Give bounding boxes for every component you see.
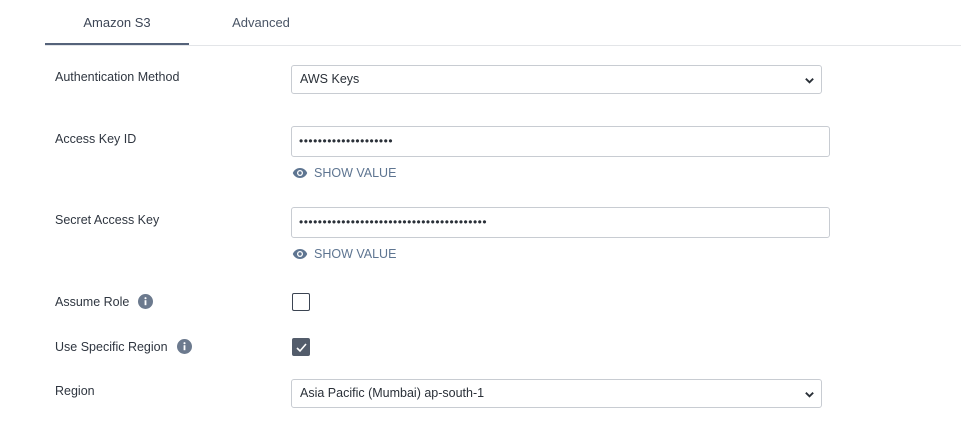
eye-icon bbox=[292, 168, 308, 178]
specific-region-label-text: Use Specific Region bbox=[55, 339, 168, 354]
specific-region-checkbox[interactable] bbox=[292, 338, 310, 356]
region-label-text: Region bbox=[55, 384, 95, 398]
secret-key-value: •••••••••••••••••••••••••••••••••••••••• bbox=[299, 215, 488, 229]
secret-key-show-value-label: SHOW VALUE bbox=[314, 247, 397, 261]
assume-role-checkbox[interactable] bbox=[292, 293, 310, 311]
auth-method-label-text: Authentication Method bbox=[55, 70, 180, 84]
chevron-down-icon bbox=[805, 392, 814, 398]
secret-key-label: Secret Access Key bbox=[55, 213, 159, 227]
access-key-show-value-button[interactable]: SHOW VALUE bbox=[292, 166, 396, 180]
tab-bar: Amazon S3 Advanced bbox=[45, 0, 961, 46]
info-icon[interactable] bbox=[138, 294, 154, 309]
secret-key-input[interactable]: •••••••••••••••••••••••••••••••••••••••• bbox=[291, 207, 830, 238]
tab-advanced[interactable]: Advanced bbox=[189, 0, 333, 45]
eye-icon bbox=[292, 249, 308, 259]
region-label: Region bbox=[55, 384, 95, 398]
specific-region-label: Use Specific Region bbox=[55, 339, 192, 354]
checkmark-icon bbox=[296, 343, 307, 353]
chevron-down-icon bbox=[805, 78, 814, 84]
tab-amazon-s3[interactable]: Amazon S3 bbox=[45, 0, 189, 45]
region-select[interactable]: Asia Pacific (Mumbai) ap-south-1 bbox=[291, 379, 822, 408]
assume-role-label: Assume Role bbox=[55, 294, 154, 309]
region-value: Asia Pacific (Mumbai) ap-south-1 bbox=[300, 386, 485, 400]
access-key-show-value-label: SHOW VALUE bbox=[314, 166, 397, 180]
secret-key-label-text: Secret Access Key bbox=[55, 213, 160, 227]
access-key-input[interactable]: •••••••••••••••••••• bbox=[291, 126, 830, 157]
auth-method-label: Authentication Method bbox=[55, 70, 179, 84]
assume-role-label-text: Assume Role bbox=[55, 294, 130, 309]
auth-method-value: AWS Keys bbox=[300, 72, 360, 86]
secret-key-show-value-button[interactable]: SHOW VALUE bbox=[292, 247, 396, 261]
access-key-label: Access Key ID bbox=[55, 132, 136, 146]
access-key-label-text: Access Key ID bbox=[55, 132, 137, 146]
info-icon[interactable] bbox=[176, 339, 192, 354]
auth-method-select[interactable]: AWS Keys bbox=[291, 65, 822, 94]
access-key-value: •••••••••••••••••••• bbox=[299, 134, 394, 148]
